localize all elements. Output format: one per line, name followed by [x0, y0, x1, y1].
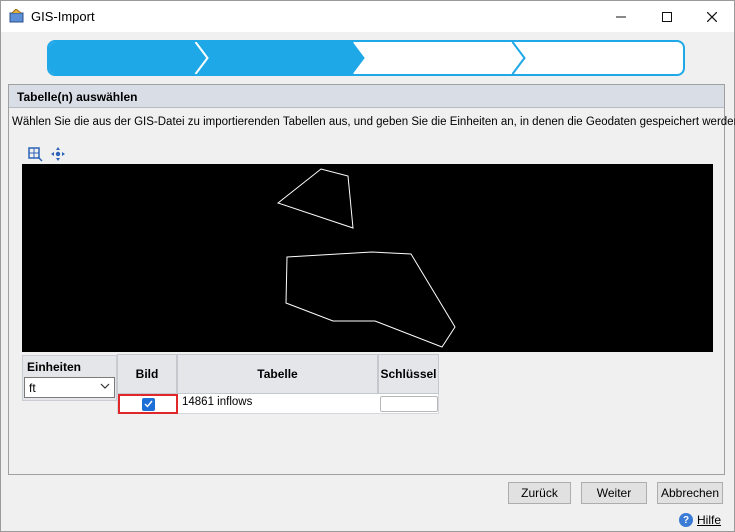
- column-header-schluessel[interactable]: Schlüssel: [378, 354, 439, 394]
- column-header-bild[interactable]: Bild: [117, 354, 177, 394]
- tabelle-cell: 14861 inflows: [182, 396, 253, 408]
- units-selected-value: ft: [29, 381, 36, 395]
- checkmark-icon: [144, 400, 153, 408]
- minimize-button[interactable]: [598, 1, 644, 32]
- help-label: Hilfe: [697, 513, 722, 527]
- map-polygon: [285, 251, 456, 348]
- pan-icon[interactable]: [50, 146, 66, 162]
- map-polygon: [276, 168, 354, 229]
- units-dropdown[interactable]: ft: [24, 377, 115, 398]
- maximize-button[interactable]: [644, 1, 690, 32]
- cancel-button[interactable]: Abbrechen: [657, 482, 723, 504]
- chevron-down-icon: [100, 383, 110, 389]
- wizard-step-separator: [511, 42, 526, 74]
- map-preview[interactable]: [22, 164, 713, 352]
- help-link[interactable]: ? Hilfe: [679, 513, 721, 527]
- window-title: GIS-Import: [31, 9, 95, 24]
- column-header-tabelle[interactable]: Tabelle: [177, 354, 378, 394]
- title-bar: GIS-Import: [1, 1, 734, 32]
- zoom-extent-icon[interactable]: [27, 146, 43, 162]
- close-button[interactable]: [689, 1, 735, 32]
- next-button[interactable]: Weiter: [581, 482, 647, 504]
- maximize-icon: [662, 11, 672, 22]
- section-description: Wählen Sie die aus der GIS-Datei zu impo…: [12, 116, 735, 128]
- table-grid: Bild Tabelle Schlüssel 14861 inflows: [117, 354, 439, 414]
- help-icon: ?: [679, 513, 693, 527]
- bild-cell[interactable]: [118, 394, 178, 414]
- app-icon: [9, 9, 24, 23]
- wizard-progress: [47, 40, 685, 76]
- minimize-icon: [616, 16, 626, 17]
- back-button[interactable]: Zurück: [508, 482, 571, 504]
- section-header: Tabelle(n) auswählen: [9, 85, 724, 108]
- units-label: Einheiten: [27, 360, 82, 374]
- units-panel: Einheiten ft: [22, 355, 117, 401]
- close-icon: [707, 11, 717, 22]
- table-row[interactable]: 14861 inflows: [117, 394, 439, 414]
- content-panel: Tabelle(n) auswählen Wählen Sie die aus …: [8, 84, 735, 475]
- schluessel-input[interactable]: [380, 396, 438, 412]
- wizard-steps: [49, 42, 526, 74]
- bild-checkbox[interactable]: [141, 397, 155, 411]
- gis-import-window: GIS-Import Tabelle(n) auswählen Wählen S…: [0, 0, 735, 532]
